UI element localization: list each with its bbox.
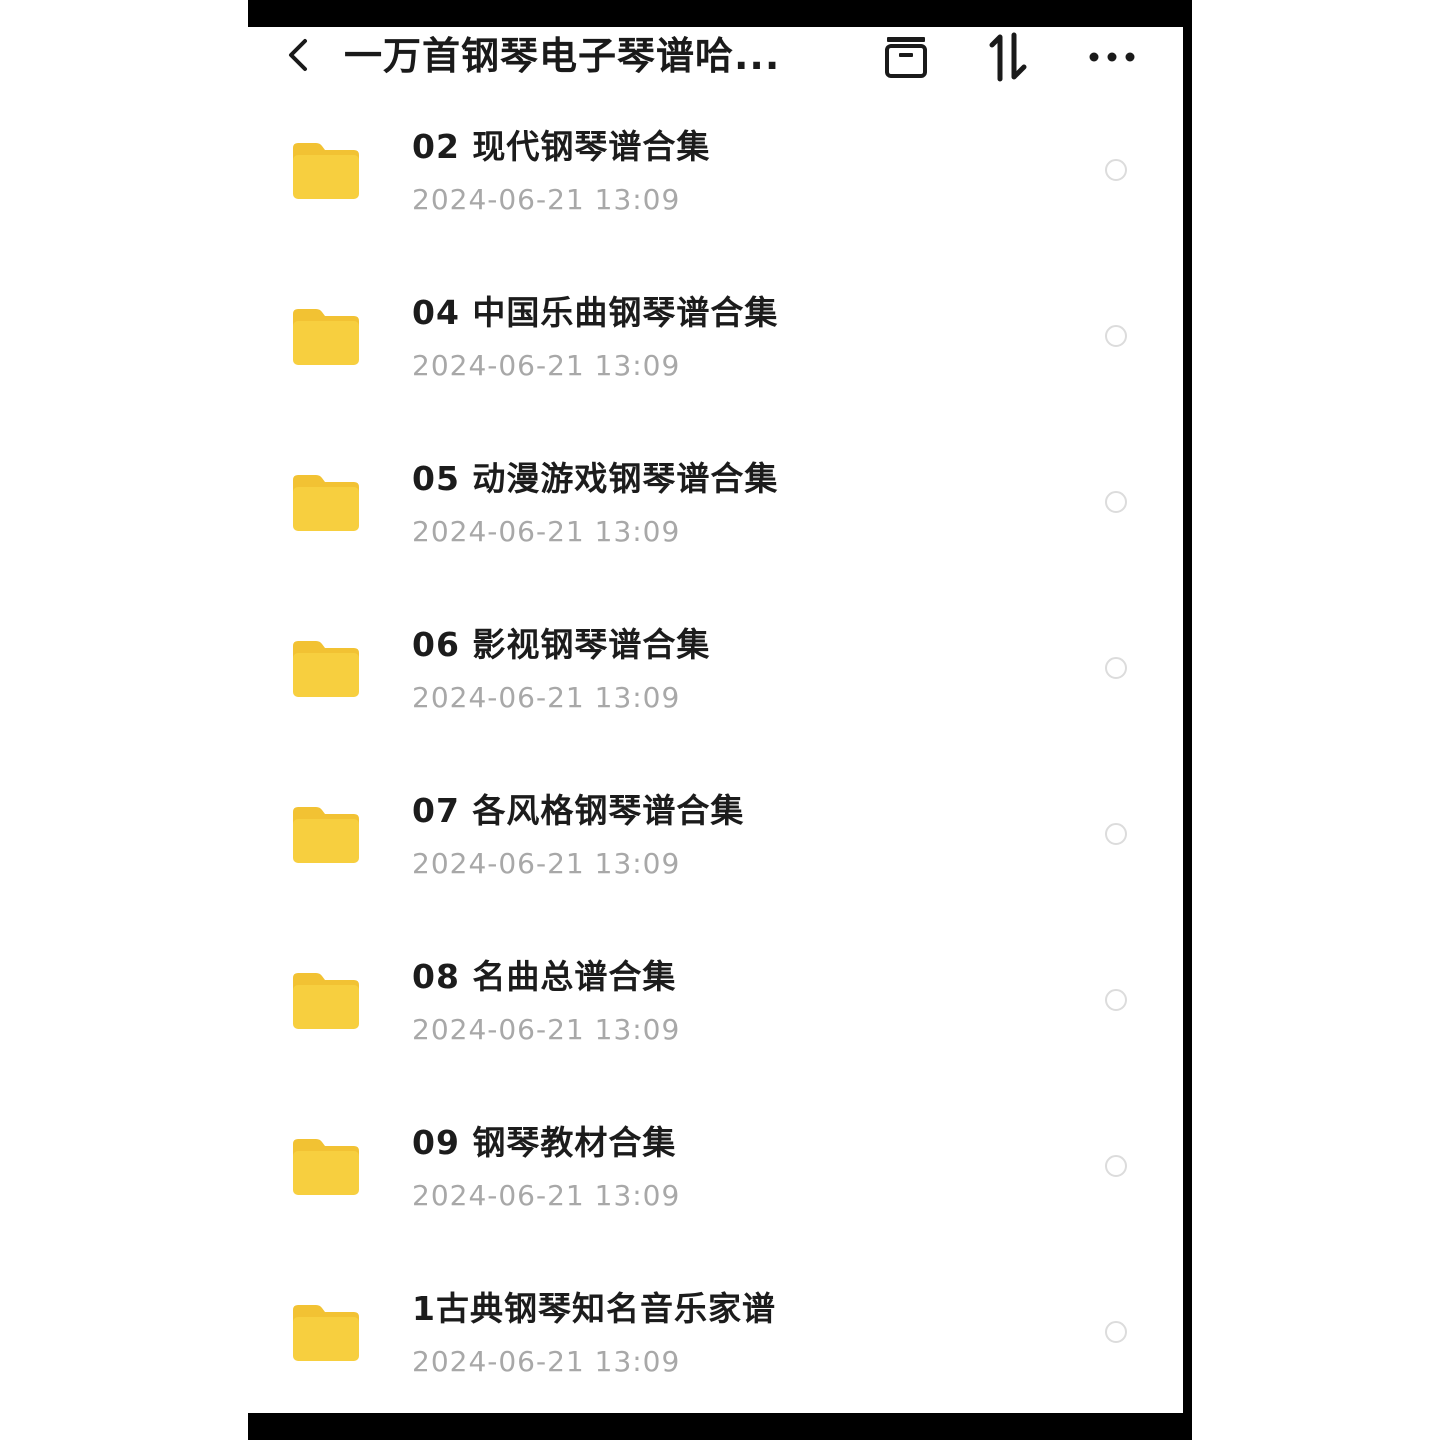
folder-date: 2024-06-21 13:09 <box>412 183 681 216</box>
folder-icon <box>293 973 359 1029</box>
archive-button[interactable] <box>880 31 932 83</box>
frame: 一万首钢琴电子琴谱哈... 02 现代钢琴谱合集 2024-06-21 13:0… <box>0 0 1440 1440</box>
folder-row[interactable]: 04 中国乐曲钢琴谱合集 2024-06-21 13:09 <box>248 279 1183 445</box>
folder-date: 2024-06-21 13:09 <box>412 1179 681 1212</box>
folder-name: 1古典钢琴知名音乐家谱 <box>412 1289 776 1328</box>
select-radio[interactable] <box>1105 823 1127 845</box>
folder-name: 02 现代钢琴谱合集 <box>412 127 711 166</box>
folder-name: 04 中国乐曲钢琴谱合集 <box>412 293 779 332</box>
select-radio[interactable] <box>1105 325 1127 347</box>
folder-name: 06 影视钢琴谱合集 <box>412 625 711 664</box>
more-button[interactable] <box>1086 31 1138 83</box>
bottom-border <box>248 1413 1192 1440</box>
folder-icon <box>293 641 359 697</box>
folder-date: 2024-06-21 13:09 <box>412 681 681 714</box>
select-radio[interactable] <box>1105 491 1127 513</box>
folder-icon <box>293 807 359 863</box>
folder-name: 09 钢琴教材合集 <box>412 1123 677 1162</box>
folder-icon <box>293 1139 359 1195</box>
folder-date: 2024-06-21 13:09 <box>412 515 681 548</box>
header-bar: 一万首钢琴电子琴谱哈... <box>248 27 1183 87</box>
folder-row[interactable]: 09 钢琴教材合集 2024-06-21 13:09 <box>248 1109 1183 1275</box>
back-button[interactable] <box>278 35 318 75</box>
more-icon <box>1089 52 1135 62</box>
folder-date: 2024-06-21 13:09 <box>412 1013 681 1046</box>
folder-icon <box>293 143 359 199</box>
folder-date: 2024-06-21 13:09 <box>412 1345 681 1378</box>
folder-icon <box>293 475 359 531</box>
select-radio[interactable] <box>1105 1155 1127 1177</box>
folder-row[interactable]: 1古典钢琴知名音乐家谱 2024-06-21 13:09 <box>248 1275 1183 1413</box>
folder-row[interactable]: 05 动漫游戏钢琴谱合集 2024-06-21 13:09 <box>248 445 1183 611</box>
folder-row[interactable]: 06 影视钢琴谱合集 2024-06-21 13:09 <box>248 611 1183 777</box>
sort-button[interactable] <box>982 31 1034 83</box>
folder-row[interactable]: 02 现代钢琴谱合集 2024-06-21 13:09 <box>248 113 1183 279</box>
folder-row[interactable]: 07 各风格钢琴谱合集 2024-06-21 13:09 <box>248 777 1183 943</box>
select-radio[interactable] <box>1105 657 1127 679</box>
folder-date: 2024-06-21 13:09 <box>412 349 681 382</box>
select-radio[interactable] <box>1105 1321 1127 1343</box>
folder-icon <box>293 309 359 365</box>
chevron-left-icon <box>289 39 307 71</box>
right-border <box>1183 0 1192 1440</box>
top-border <box>248 0 1192 27</box>
folder-name: 05 动漫游戏钢琴谱合集 <box>412 459 779 498</box>
archive-icon <box>885 37 927 78</box>
select-radio[interactable] <box>1105 989 1127 1011</box>
folder-row[interactable]: 08 名曲总谱合集 2024-06-21 13:09 <box>248 943 1183 1109</box>
folder-list: 02 现代钢琴谱合集 2024-06-21 13:09 04 中国乐曲钢琴谱合集… <box>248 113 1183 1413</box>
folder-name: 08 名曲总谱合集 <box>412 957 677 996</box>
page-title: 一万首钢琴电子琴谱哈... <box>344 34 781 78</box>
file-browser-screen: 一万首钢琴电子琴谱哈... 02 现代钢琴谱合集 2024-06-21 13:0… <box>248 27 1183 1413</box>
folder-name: 07 各风格钢琴谱合集 <box>412 791 745 830</box>
folder-date: 2024-06-21 13:09 <box>412 847 681 880</box>
folder-icon <box>293 1305 359 1361</box>
sort-icon <box>989 32 1027 82</box>
select-radio[interactable] <box>1105 159 1127 181</box>
